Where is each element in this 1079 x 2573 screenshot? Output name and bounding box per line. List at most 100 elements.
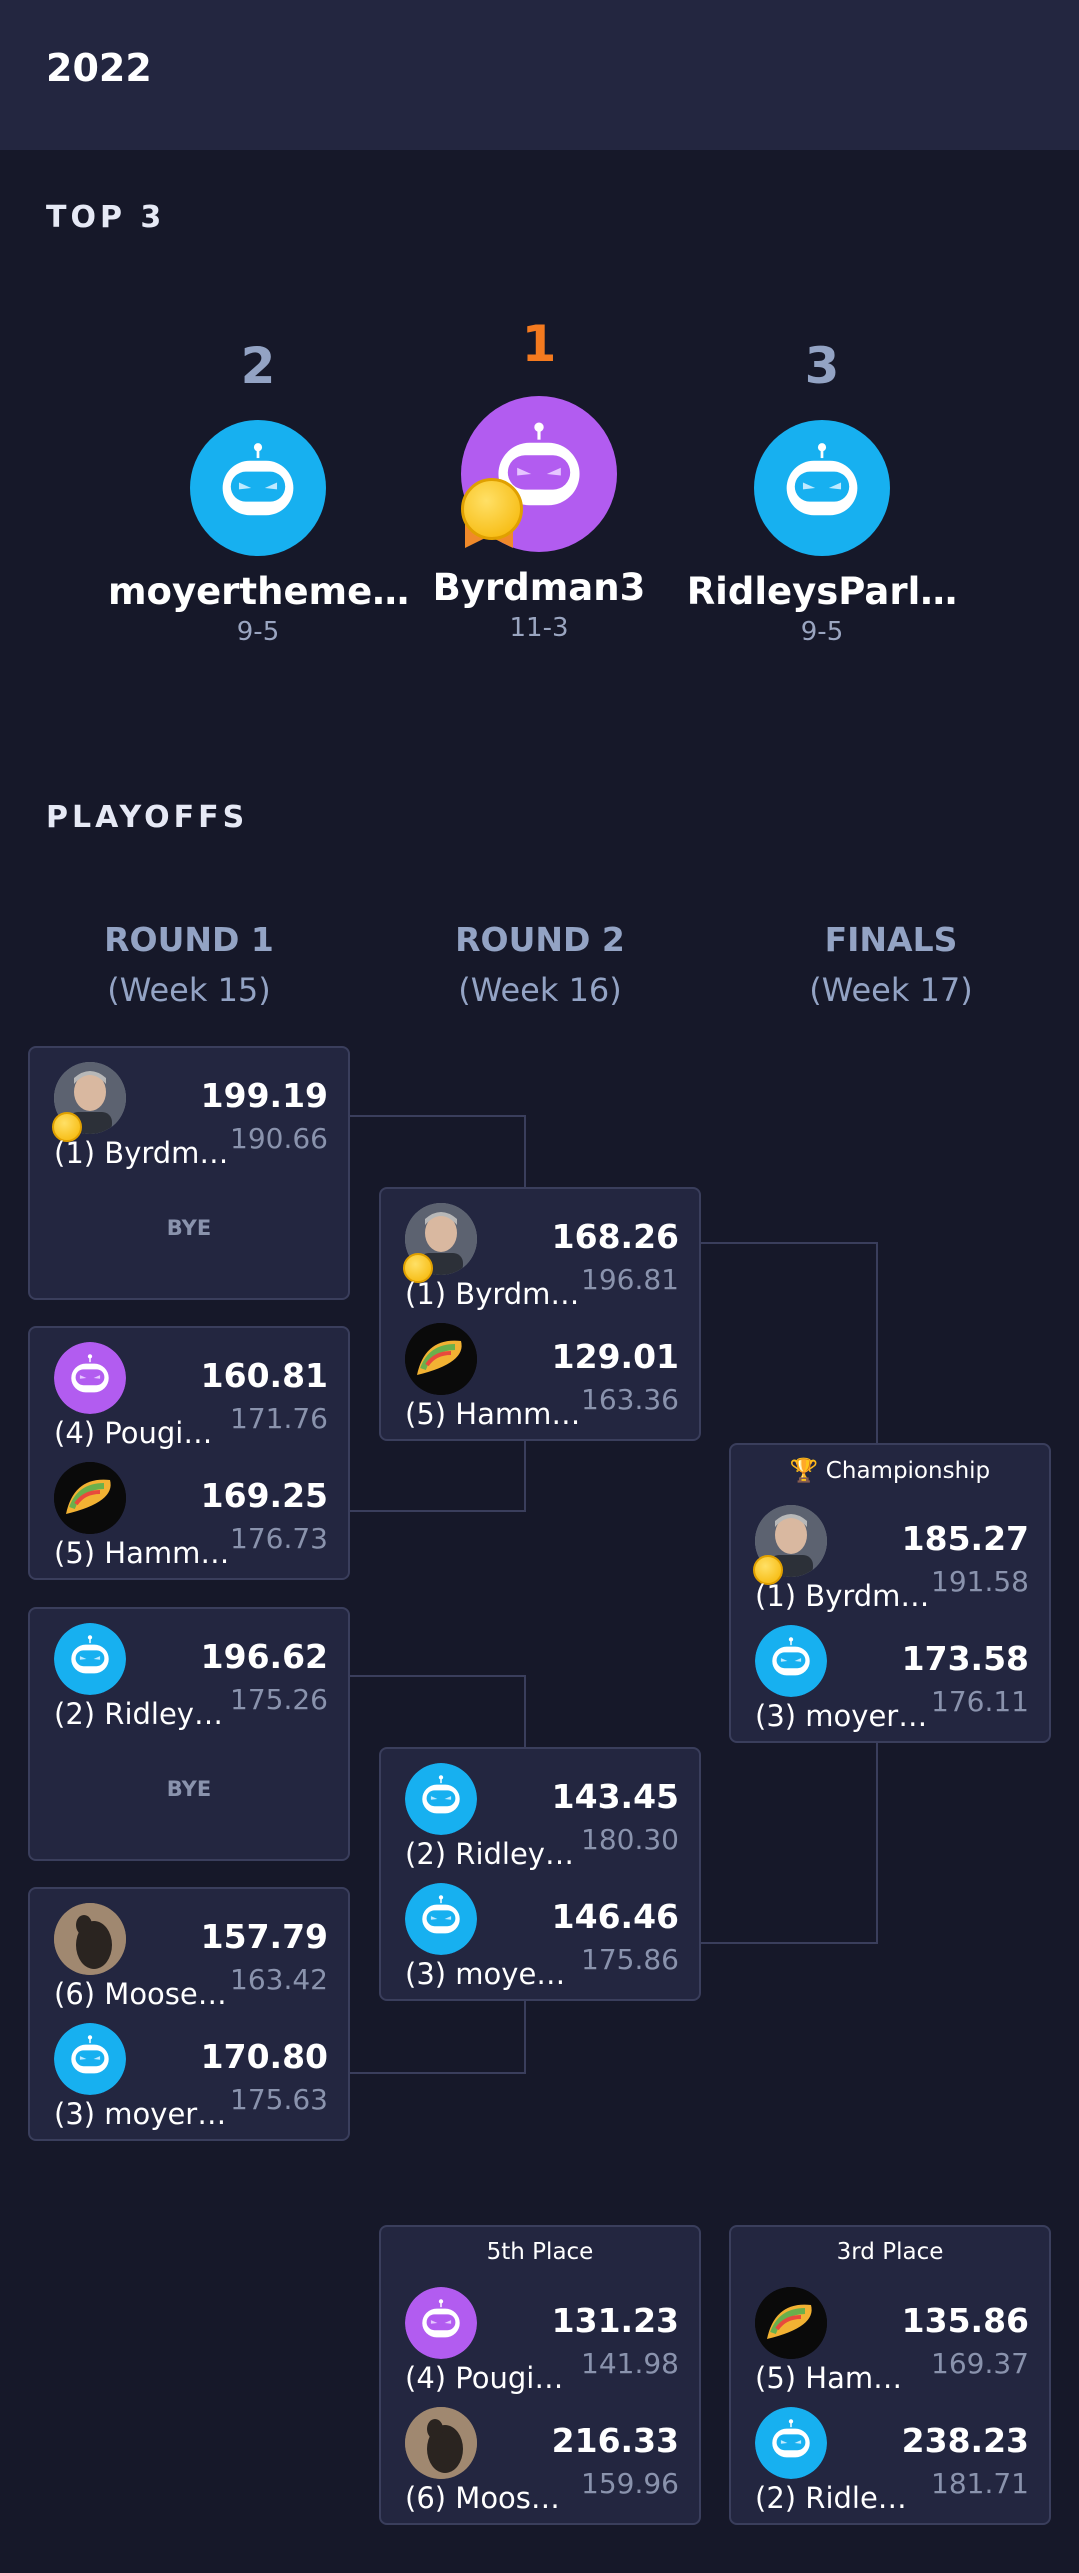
matchup-card-r1-4[interactable]: (6) Moose… 157.79 163.42 (3) moyer… 170.… xyxy=(28,1887,350,2141)
matchup-team[interactable]: (4) Pougi… 131.23 141.98 xyxy=(381,2287,699,2397)
team-score: 129.01 xyxy=(551,1337,679,1376)
team-name: (2) Ridley… xyxy=(54,1697,223,1731)
matchup-team[interactable]: (2) Ridley… 196.62 175.26 xyxy=(30,1623,348,1733)
taco-avatar-icon xyxy=(755,2287,827,2359)
podium-name: RidleysParl… xyxy=(686,570,958,613)
team-projected: 176.73 xyxy=(230,1522,328,1555)
podium-rank: 2 xyxy=(240,337,276,395)
team-name: (3) moyer… xyxy=(755,1699,928,1733)
matchup-team[interactable]: (6) Moos… 216.33 159.96 xyxy=(381,2407,699,2517)
bracket-line xyxy=(524,2000,526,2074)
team-score: 168.26 xyxy=(551,1217,679,1256)
team-projected: 171.76 xyxy=(230,1402,328,1435)
round-title: ROUND 1 xyxy=(104,920,274,959)
playoffs-title: PLAYOFFS xyxy=(46,800,249,835)
championship-card[interactable]: 🏆 Championship (1) Byrdm… 185.27 191.58 … xyxy=(729,1443,1051,1743)
medal-icon xyxy=(461,478,523,540)
fifth-place-card[interactable]: 5th Place (4) Pougi… 131.23 141.98 (6) M… xyxy=(379,2225,701,2525)
bye-label: BYE xyxy=(166,1216,212,1240)
matchup-team[interactable]: (2) Ridley… 143.45 180.30 xyxy=(381,1763,699,1873)
matchup-team[interactable]: (6) Moose… 157.79 163.42 xyxy=(30,1903,348,2013)
dog-photo-avatar xyxy=(405,2407,477,2479)
robot-avatar-icon xyxy=(755,1625,827,1697)
round-header-2: ROUND 2 (Week 16) xyxy=(390,920,690,1009)
podium-record: 9-5 xyxy=(236,617,280,647)
team-name: (4) Pougi… xyxy=(54,1416,213,1450)
bracket-line xyxy=(350,2072,526,2074)
matchup-team[interactable]: (1) Byrdm… 168.26 196.81 xyxy=(381,1203,699,1313)
team-projected: 141.98 xyxy=(581,2347,679,2380)
team-score: 135.86 xyxy=(901,2301,1029,2340)
podium-first[interactable]: 1 Byrdman3 11-3 xyxy=(389,314,689,643)
round-week: (Week 17) xyxy=(809,971,973,1009)
team-projected: 169.37 xyxy=(931,2347,1029,2380)
third-place-card[interactable]: 3rd Place (5) Ham… 135.86 169.37 (2) Rid… xyxy=(729,2225,1051,2525)
team-projected: 191.58 xyxy=(931,1565,1029,1598)
team-name: (3) moyer… xyxy=(54,2097,227,2131)
team-score: 131.23 xyxy=(551,2301,679,2340)
team-name: (5) Hamm… xyxy=(405,1397,581,1431)
podium-record: 11-3 xyxy=(509,613,569,643)
matchup-team[interactable]: (3) moye… 146.46 175.86 xyxy=(381,1883,699,1993)
bracket-line xyxy=(524,1115,526,1187)
team-score: 170.80 xyxy=(200,2037,328,2076)
matchup-team[interactable]: (4) Pougi… 160.81 171.76 xyxy=(30,1342,348,1452)
bracket-line xyxy=(350,1510,526,1512)
podium-second[interactable]: 2 moyertheme… 9-5 xyxy=(108,336,410,647)
bye-label: BYE xyxy=(166,1777,212,1801)
matchup-team[interactable]: (5) Hamm… 169.25 176.73 xyxy=(30,1462,348,1572)
team-score: 196.62 xyxy=(200,1637,328,1676)
round-week: (Week 15) xyxy=(107,971,271,1009)
podium-rank: 3 xyxy=(804,337,840,395)
matchup-team[interactable]: (3) moyer… 173.58 176.11 xyxy=(731,1625,1049,1735)
team-projected: 159.96 xyxy=(581,2467,679,2500)
matchup-card-r1-2[interactable]: (4) Pougi… 160.81 171.76 (5) Hamm… 169.2… xyxy=(28,1326,350,1580)
fifth-place-title: 5th Place xyxy=(486,2239,594,2265)
team-name: (5) Ham… xyxy=(755,2361,903,2395)
team-projected: 175.63 xyxy=(230,2083,328,2116)
robot-avatar-icon xyxy=(461,396,617,552)
robot-avatar-icon xyxy=(755,2407,827,2479)
team-score: 238.23 xyxy=(901,2421,1029,2460)
podium-rank: 1 xyxy=(521,315,557,373)
team-projected: 163.42 xyxy=(230,1963,328,1996)
podium-third[interactable]: 3 RidleysParl… 9-5 xyxy=(672,336,972,647)
round-title: FINALS xyxy=(824,920,958,959)
bracket-line xyxy=(876,1742,878,1944)
team-name: (6) Moose… xyxy=(54,1977,227,2011)
matchup-team[interactable]: (1) Byrdm… 199.19 190.66 xyxy=(30,1062,348,1172)
team-projected: 175.26 xyxy=(230,1683,328,1716)
bracket-line xyxy=(876,1242,878,1445)
team-projected: 175.86 xyxy=(581,1943,679,1976)
dog-photo-avatar xyxy=(54,1903,126,1975)
team-score: 216.33 xyxy=(551,2421,679,2460)
matchup-card-r2-1[interactable]: (1) Byrdm… 168.26 196.81 (5) Hamm… 129.0… xyxy=(379,1187,701,1441)
matchup-card-r1-3[interactable]: (2) Ridley… 196.62 175.26 BYE xyxy=(28,1607,350,1861)
team-name: (6) Moos… xyxy=(405,2481,560,2515)
matchup-card-r1-1[interactable]: (1) Byrdm… 199.19 190.66 BYE xyxy=(28,1046,350,1300)
matchup-team[interactable]: (5) Ham… 135.86 169.37 xyxy=(731,2287,1049,2397)
team-name: (2) Ridle… xyxy=(755,2481,907,2515)
matchup-card-r2-2[interactable]: (2) Ridley… 143.45 180.30 (3) moye… 146.… xyxy=(379,1747,701,2001)
podium-name: Byrdman3 xyxy=(432,566,646,609)
team-score: 169.25 xyxy=(200,1476,328,1515)
robot-avatar-icon xyxy=(754,420,890,556)
team-name: (2) Ridley… xyxy=(405,1837,574,1871)
podium-record: 9-5 xyxy=(800,617,844,647)
team-score: 146.46 xyxy=(551,1897,679,1936)
team-score: 157.79 xyxy=(200,1917,328,1956)
matchup-team[interactable]: (1) Byrdm… 185.27 191.58 xyxy=(731,1505,1049,1615)
robot-avatar-icon xyxy=(54,1342,126,1414)
matchup-team[interactable]: (5) Hamm… 129.01 163.36 xyxy=(381,1323,699,1433)
bracket-line xyxy=(350,1115,526,1117)
robot-avatar-icon xyxy=(54,2023,126,2095)
podium-name: moyertheme… xyxy=(108,570,410,613)
team-projected: 181.71 xyxy=(931,2467,1029,2500)
matchup-team[interactable]: (3) moyer… 170.80 175.63 xyxy=(30,2023,348,2133)
bracket-line xyxy=(524,1675,526,1747)
team-score: 199.19 xyxy=(200,1076,328,1115)
team-name: (1) Byrdm… xyxy=(54,1136,229,1170)
bracket-line xyxy=(350,1675,526,1677)
championship-title: 🏆 Championship xyxy=(789,1458,991,1484)
matchup-team[interactable]: (2) Ridle… 238.23 181.71 xyxy=(731,2407,1049,2517)
